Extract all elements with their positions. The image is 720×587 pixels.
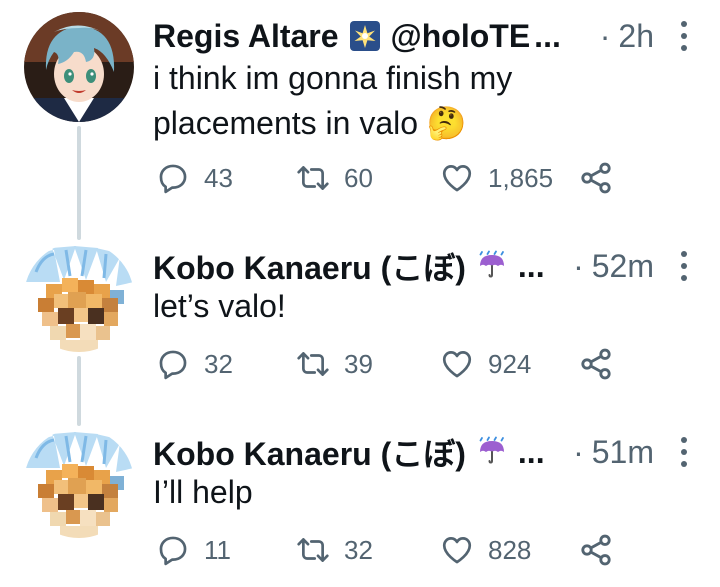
- heart-icon: [440, 161, 474, 195]
- retweet-count: 32: [344, 534, 373, 565]
- retweet-count: 60: [344, 162, 373, 193]
- timestamp[interactable]: 51m: [592, 434, 654, 471]
- tweet-header: Regis Altare @holoTE... · 2h: [153, 12, 696, 60]
- avatar[interactable]: [24, 428, 134, 538]
- separator-dot: ·: [573, 433, 584, 470]
- thinking-face-emoji: 🤔: [426, 105, 467, 141]
- tweet-actions: 32 39 924: [156, 342, 636, 386]
- reply-icon: [156, 533, 190, 567]
- separator-dot: ·: [573, 247, 584, 284]
- tweet[interactable]: Kobo Kanaeru (こぼ) ... · 52m let’s valo! …: [0, 242, 720, 390]
- timestamp[interactable]: 2h: [618, 18, 654, 55]
- reply-count: 43: [204, 162, 233, 193]
- tweet-actions: 43 60 1,865: [156, 156, 636, 200]
- umbrella-rain-icon: [476, 250, 508, 282]
- truncation-ellipsis: ...: [517, 247, 545, 284]
- retweet-icon: [296, 533, 330, 567]
- author-name[interactable]: Kobo Kanaeru (こぼ): [153, 429, 466, 475]
- share-icon[interactable]: [578, 346, 614, 382]
- avatar[interactable]: [24, 12, 134, 122]
- tweet-text: i think im gonna finish my placements in…: [153, 56, 690, 146]
- share-icon[interactable]: [578, 160, 614, 196]
- retweet-button[interactable]: 32: [296, 528, 373, 572]
- heart-icon: [440, 533, 474, 567]
- reply-count: 11: [204, 534, 231, 565]
- more-options-icon[interactable]: [672, 246, 696, 286]
- more-options-icon[interactable]: [672, 432, 696, 472]
- tweet-actions: 11 32 828: [156, 528, 636, 572]
- like-count: 924: [488, 348, 532, 379]
- reply-icon: [156, 161, 190, 195]
- more-options-icon[interactable]: [672, 16, 696, 56]
- author-handle[interactable]: @holoTE: [391, 18, 531, 55]
- retweet-count: 39: [344, 348, 373, 379]
- like-button[interactable]: 1,865: [440, 156, 553, 200]
- tweet-text: I’ll help: [153, 474, 253, 510]
- avatar[interactable]: [24, 242, 134, 352]
- retweet-button[interactable]: 60: [296, 156, 373, 200]
- reply-button[interactable]: 32: [156, 342, 233, 386]
- tweet[interactable]: Kobo Kanaeru (こぼ) ... · 51m I’ll help 11…: [0, 428, 720, 578]
- reply-button[interactable]: 11: [156, 528, 231, 572]
- retweet-icon: [296, 347, 330, 381]
- tweet[interactable]: Regis Altare @holoTE... · 2h i think im …: [0, 12, 720, 202]
- tweet-header: Kobo Kanaeru (こぼ) ... · 51m: [153, 428, 696, 476]
- reply-button[interactable]: 43: [156, 156, 233, 200]
- author-name[interactable]: Kobo Kanaeru (こぼ): [153, 243, 466, 289]
- heart-icon: [440, 347, 474, 381]
- like-button[interactable]: 924: [440, 342, 531, 386]
- truncation-ellipsis: ...: [534, 17, 561, 54]
- author-name[interactable]: Regis Altare: [153, 18, 339, 55]
- share-icon[interactable]: [578, 532, 614, 568]
- sparkle-badge-icon: [349, 20, 381, 52]
- like-count: 828: [488, 534, 532, 565]
- tweet-text: let’s valo!: [153, 288, 286, 324]
- retweet-button[interactable]: 39: [296, 342, 373, 386]
- reply-count: 32: [204, 348, 233, 379]
- like-button[interactable]: 828: [440, 528, 531, 572]
- umbrella-rain-icon: [476, 436, 508, 468]
- timestamp[interactable]: 52m: [592, 248, 654, 285]
- truncation-ellipsis: ...: [517, 433, 545, 470]
- reply-icon: [156, 347, 190, 381]
- retweet-icon: [296, 161, 330, 195]
- separator-dot: ·: [599, 17, 611, 54]
- tweet-header: Kobo Kanaeru (こぼ) ... · 52m: [153, 242, 696, 290]
- like-count: 1,865: [488, 162, 554, 193]
